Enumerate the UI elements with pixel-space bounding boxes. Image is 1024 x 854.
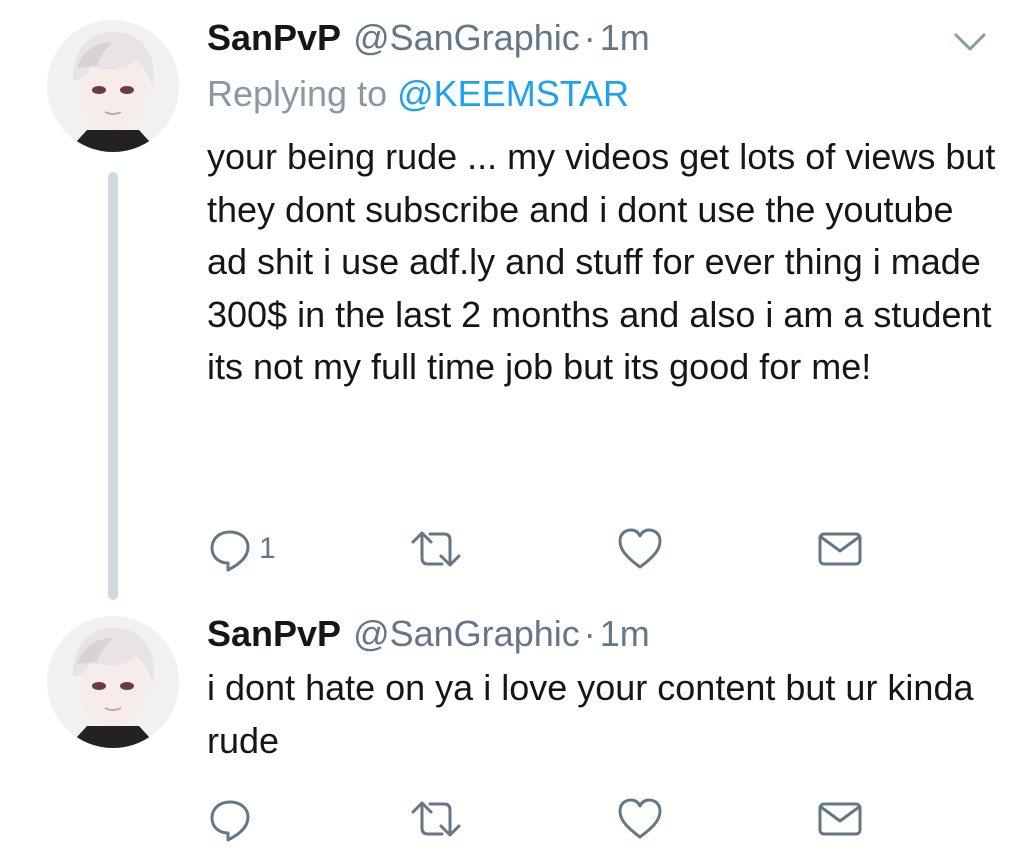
separator: ·	[583, 17, 596, 58]
timestamp[interactable]: 1m	[600, 17, 650, 58]
tweet-actions	[205, 792, 895, 846]
retweet-button[interactable]	[410, 522, 462, 576]
reply-icon	[210, 800, 250, 842]
chevron-down-icon[interactable]	[950, 22, 990, 62]
handle[interactable]: @SanGraphic	[353, 613, 580, 654]
mention-link[interactable]: @KEEMSTAR	[397, 73, 629, 114]
direct-message-button[interactable]	[815, 792, 865, 846]
like-icon	[618, 798, 662, 839]
tweet[interactable]: SanPvP @SanGraphic · 1m Replying to @KEEMST…	[0, 0, 1024, 600]
timestamp[interactable]: 1m	[600, 613, 650, 654]
thread-line	[108, 172, 118, 600]
like-button[interactable]	[615, 522, 665, 576]
like-icon	[618, 528, 662, 569]
retweet-icon	[411, 531, 461, 567]
tweet[interactable]: SanPvP @SanGraphic · 1m i dont hate on ya i…	[0, 600, 1024, 854]
tweet-actions: 1	[205, 522, 895, 576]
retweet-icon	[411, 801, 461, 837]
avatar[interactable]	[47, 616, 179, 748]
replying-to-label: Replying to	[207, 73, 388, 114]
tweet-text: your being rude ... my videos get lots o…	[207, 136, 996, 387]
direct-message-button[interactable]	[815, 522, 865, 576]
avatar[interactable]	[47, 20, 179, 152]
separator: ·	[583, 613, 596, 654]
replying-to: Replying to @KEEMSTAR	[207, 70, 629, 118]
reply-icon	[210, 530, 250, 572]
reply-count: 1	[259, 532, 276, 565]
tweet-text: i dont hate on ya i love your content bu…	[207, 667, 974, 761]
display-name[interactable]: SanPvP	[207, 613, 341, 654]
tweet-header: SanPvP @SanGraphic · 1m	[207, 610, 650, 658]
tweet-header: SanPvP @SanGraphic · 1m	[207, 14, 650, 62]
like-button[interactable]	[615, 792, 665, 846]
handle[interactable]: @SanGraphic	[353, 17, 580, 58]
direct-message-icon	[818, 532, 862, 566]
direct-message-icon	[818, 802, 862, 836]
retweet-button[interactable]	[410, 792, 462, 846]
avatar-image	[47, 20, 179, 152]
reply-button[interactable]	[205, 792, 255, 846]
reply-button[interactable]: 1	[205, 522, 276, 576]
avatar-image	[47, 616, 179, 748]
display-name[interactable]: SanPvP	[207, 17, 341, 58]
